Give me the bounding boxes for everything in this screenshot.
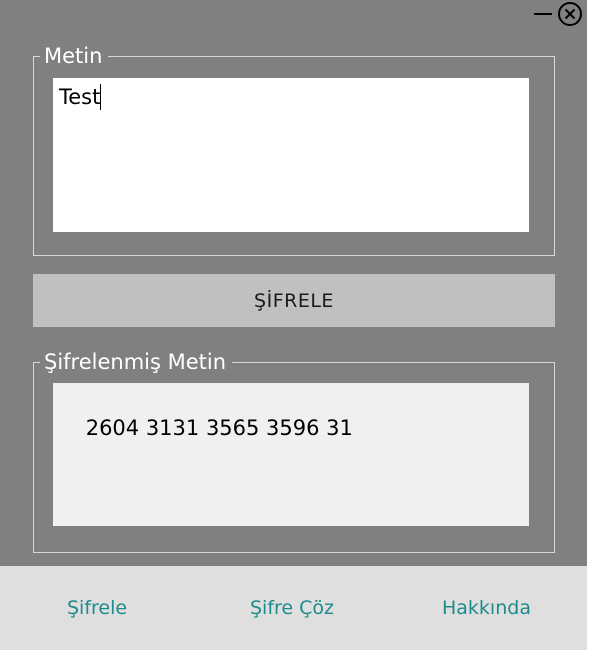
cipher-text-legend: Şifrelenmiş Metin <box>40 348 233 376</box>
cipher-text-output[interactable]: 2604 3131 3565 3596 31 <box>53 383 529 526</box>
text-caret <box>100 84 102 110</box>
plain-text-input[interactable]: Test <box>53 78 529 232</box>
bottom-nav: Şifrele Şifre Çöz Hakkında <box>0 566 587 650</box>
minimize-button[interactable] <box>532 2 554 24</box>
app-window: Metin Test ŞİFRELE Şifrelenmiş Metin 260… <box>0 0 587 650</box>
plain-text-value: Test <box>59 85 101 109</box>
plain-text-legend: Metin <box>40 42 109 70</box>
encrypt-button-label: ŞİFRELE <box>254 289 334 312</box>
nav-item-about[interactable]: Hakkında <box>442 596 531 620</box>
minimize-icon <box>532 2 554 24</box>
nav-item-encrypt[interactable]: Şifrele <box>67 596 127 620</box>
close-circle-icon <box>557 1 583 27</box>
window-controls <box>527 0 587 30</box>
cipher-text-value: 2604 3131 3565 3596 31 <box>85 416 353 440</box>
close-button[interactable] <box>557 1 583 27</box>
encrypt-button[interactable]: ŞİFRELE <box>33 274 555 327</box>
nav-item-decrypt[interactable]: Şifre Çöz <box>250 596 334 620</box>
